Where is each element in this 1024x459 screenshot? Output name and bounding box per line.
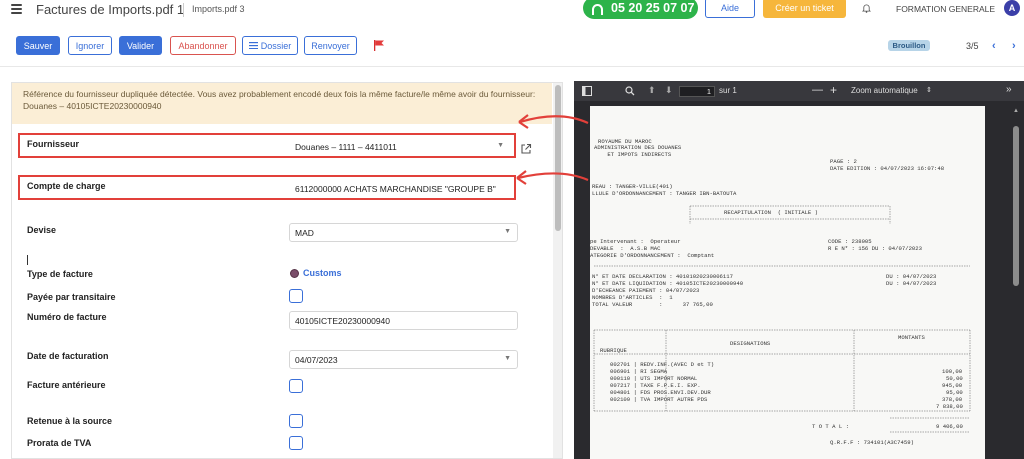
list-icon — [248, 42, 258, 49]
menu-icon[interactable] — [11, 4, 22, 14]
save-button[interactable]: Sauver — [16, 36, 60, 55]
form-scrollbar[interactable] — [553, 83, 562, 458]
validate-button[interactable]: Valider — [119, 36, 162, 55]
headset-icon — [592, 3, 603, 15]
folder-button[interactable]: Dossier — [242, 36, 298, 55]
top-bar: Factures de Imports.pdf 1 Imports.pdf 3 … — [0, 0, 1024, 26]
external-link-icon[interactable] — [520, 143, 532, 155]
sidebar-toggle-icon[interactable] — [582, 86, 592, 96]
chevron-down-icon: ▼ — [504, 228, 511, 235]
document-subtitle: Imports.pdf 3 — [192, 4, 245, 14]
page-total: sur 1 — [719, 86, 737, 95]
zoom-in-icon[interactable]: + — [830, 83, 837, 97]
fournisseur-select[interactable]: Douanes – 1111 – 4411011 ▼ — [289, 137, 511, 156]
chevron-left-icon[interactable]: ‹ — [992, 40, 996, 52]
ignore-button[interactable]: Ignorer — [68, 36, 112, 55]
user-name[interactable]: FORMATION GENERALE — [896, 4, 995, 14]
chevron-down-icon: ▼ — [497, 142, 504, 149]
type-value: Customs — [303, 268, 342, 278]
help-label: Aide — [720, 3, 739, 13]
page-number-value: 1 — [706, 87, 711, 96]
arrow-down-icon[interactable]: ⬇ — [665, 85, 673, 96]
date-value: 04/07/2023 — [295, 354, 338, 365]
retenue-checkbox[interactable] — [289, 414, 303, 428]
action-toolbar: Sauver Ignorer Valider Abandonner Dossie… — [0, 32, 1024, 58]
form-scrollbar-thumb[interactable] — [555, 85, 561, 231]
support-phone-button[interactable]: 05 20 25 07 07 — [583, 0, 698, 19]
pdf-table-rules — [593, 205, 971, 433]
title-divider — [183, 3, 184, 17]
double-chevron-right-icon[interactable]: » — [1006, 84, 1012, 95]
help-button[interactable]: Aide — [705, 0, 755, 18]
numero-label: Numéro de facture — [27, 312, 107, 322]
retenue-label: Retenue à la source — [27, 416, 113, 426]
pdf-page: ROYAUME DU MAROC ADMINISTRATION DES DOUA… — [590, 106, 985, 459]
payee-checkbox[interactable] — [289, 289, 303, 303]
header-divider — [0, 66, 1024, 67]
page-title: Factures de Imports.pdf 1 — [36, 2, 185, 17]
arrow-up-icon[interactable]: ⬆ — [648, 85, 656, 96]
anterieure-checkbox[interactable] — [289, 379, 303, 393]
compte-label: Compte de charge — [27, 181, 106, 191]
prorata-checkbox[interactable] — [289, 436, 303, 450]
search-icon[interactable] — [625, 86, 635, 96]
support-phone-number: 05 20 25 07 07 — [611, 1, 695, 15]
numero-value: 40105ICTE20230000940 — [295, 315, 390, 326]
avatar[interactable]: A — [1004, 0, 1020, 16]
fournisseur-label: Fournisseur — [27, 139, 80, 149]
numero-input[interactable]: 40105ICTE20230000940 — [289, 311, 518, 330]
resend-button[interactable]: Renvoyer — [304, 36, 357, 55]
duplicate-warning: Référence du fournisseur dupliquée détec… — [12, 83, 552, 124]
date-select[interactable]: 04/07/2023 ▼ — [289, 350, 518, 369]
zoom-out-icon[interactable]: — — [812, 84, 823, 96]
page-counter: 3/5 — [966, 41, 979, 51]
invoice-form-panel: Référence du fournisseur dupliquée détec… — [11, 82, 563, 459]
page-number-input[interactable]: 1 — [679, 86, 715, 97]
fournisseur-value: Douanes – 1111 – 4411011 — [295, 141, 397, 152]
zoom-select[interactable]: Zoom automatique — [851, 86, 918, 95]
create-ticket-button[interactable]: Créer un ticket — [763, 0, 846, 18]
text-cursor — [27, 255, 28, 265]
devise-value: MAD — [295, 227, 314, 238]
customs-icon — [290, 268, 299, 278]
compte-select[interactable]: 6112000000 ACHATS MARCHANDISE "GROUPE B" — [289, 179, 511, 198]
abandon-button[interactable]: Abandonner — [170, 36, 236, 55]
prorata-label: Prorata de TVA — [27, 438, 92, 448]
payee-label: Payée par transitaire — [27, 292, 116, 302]
pdf-toolbar: ⬆ ⬇ 1 sur 1 — + Zoom automatique ⇕ » — [574, 81, 1024, 101]
devise-select[interactable]: MAD ▼ — [289, 223, 518, 242]
status-badge: Brouillon — [888, 40, 930, 51]
folder-button-label: Dossier — [260, 40, 292, 51]
compte-value: 6112000000 ACHATS MARCHANDISE "GROUPE B" — [295, 183, 496, 194]
pdf-viewer: ⬆ ⬇ 1 sur 1 — + Zoom automatique ⇕ » ROY… — [574, 81, 1024, 459]
arrow-up-icon[interactable]: ▲ — [1013, 108, 1019, 114]
chevron-down-icon: ▼ — [504, 355, 511, 362]
bell-icon[interactable] — [862, 3, 871, 13]
type-value-customs[interactable]: Customs — [290, 268, 342, 278]
zoom-chevron-icon[interactable]: ⇕ — [926, 86, 932, 94]
chevron-right-icon[interactable]: › — [1012, 40, 1016, 52]
pdf-scrollbar-thumb[interactable] — [1013, 126, 1019, 286]
date-label: Date de facturation — [27, 351, 109, 361]
type-label: Type de facture — [27, 269, 93, 279]
devise-label: Devise — [27, 225, 57, 235]
pdf-scrollbar[interactable]: ▲ — [1012, 106, 1020, 459]
anterieure-label: Facture antérieure — [27, 380, 106, 390]
flag-icon[interactable] — [373, 40, 385, 51]
